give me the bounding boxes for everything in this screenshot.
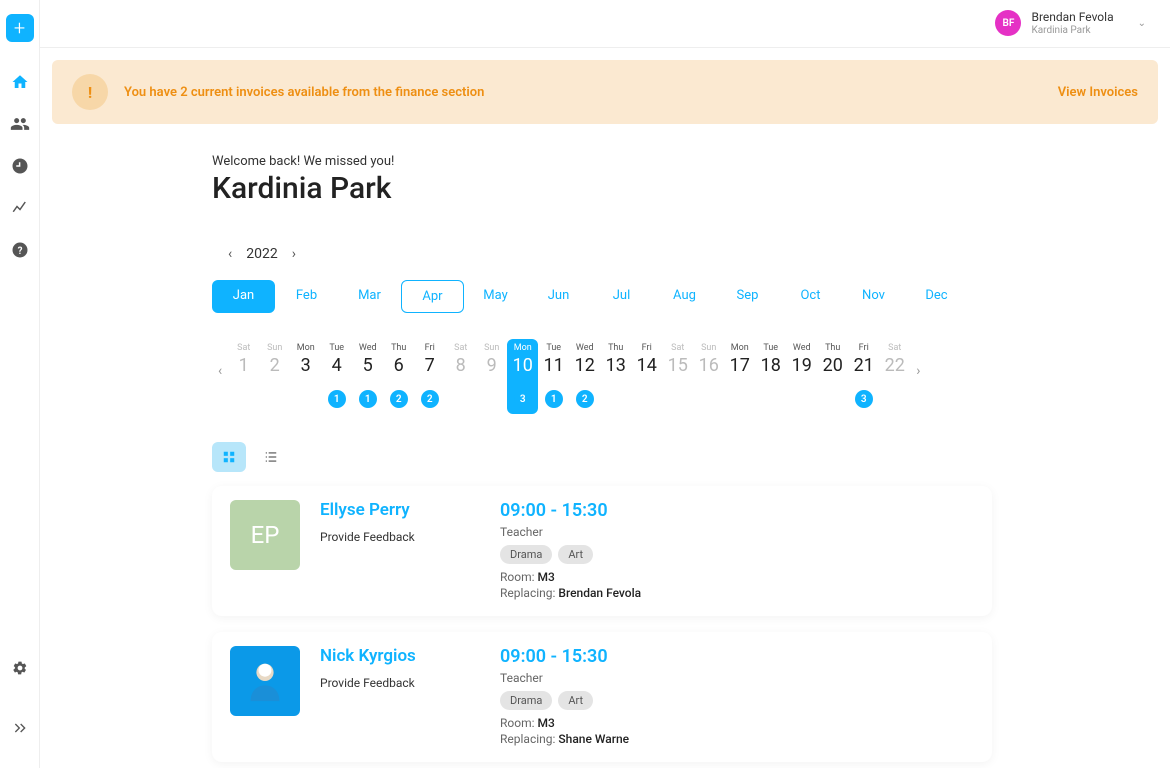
day-19[interactable]: Wed19 [786, 343, 817, 414]
day-badge: 1 [545, 390, 563, 408]
month-apr[interactable]: Apr [401, 280, 464, 313]
card-name[interactable]: Nick Kyrgios [320, 646, 480, 666]
day-16[interactable]: Sun16 [693, 343, 724, 414]
day-badge: 2 [390, 390, 408, 408]
day-14[interactable]: Fri14 [631, 343, 662, 414]
add-button[interactable]: + [6, 14, 34, 42]
day-badge: 1 [359, 390, 377, 408]
day-3[interactable]: Mon3 [290, 343, 321, 414]
card-tags: Drama Art [500, 691, 974, 710]
month-selector: JanFebMarAprMayJunJulAugSepOctNovDec [212, 280, 992, 313]
day-5[interactable]: Wed51 [352, 343, 383, 414]
welcome-text: Welcome back! We missed you! [212, 154, 992, 169]
month-oct[interactable]: Oct [779, 280, 842, 313]
tag: Drama [500, 545, 552, 564]
replacing: Replacing: Brendan Fevola [500, 586, 974, 600]
invoice-banner: ! You have 2 current invoices available … [52, 60, 1158, 124]
month-jul[interactable]: Jul [590, 280, 653, 313]
day-badge: 3 [514, 390, 532, 408]
day-8[interactable]: Sat8 [445, 343, 476, 414]
svg-text:?: ? [17, 246, 22, 257]
day-10[interactable]: Mon103 [507, 339, 538, 414]
day-badge: 1 [328, 390, 346, 408]
month-dec[interactable]: Dec [905, 280, 968, 313]
card-tags: Drama Art [500, 545, 974, 564]
month-nov[interactable]: Nov [842, 280, 905, 313]
card-name[interactable]: Ellyse Perry [320, 500, 480, 520]
card-time: 09:00 - 15:30 [500, 500, 974, 521]
month-jan[interactable]: Jan [212, 280, 275, 313]
user-org: Kardinia Park [1031, 25, 1113, 37]
month-aug[interactable]: Aug [653, 280, 716, 313]
alert-icon: ! [72, 74, 108, 110]
day-2[interactable]: Sun2 [259, 343, 290, 414]
banner-text: You have 2 current invoices available fr… [124, 85, 484, 100]
chevron-down-icon: ⌄ [1138, 18, 1146, 29]
day-12[interactable]: Wed122 [569, 343, 600, 414]
view-invoices-link[interactable]: View Invoices [1058, 85, 1138, 100]
card-avatar [230, 646, 300, 716]
provide-feedback-link[interactable]: Provide Feedback [320, 676, 480, 690]
year-next-icon[interactable]: › [292, 246, 296, 262]
room: Room: M3 [500, 716, 974, 730]
month-mar[interactable]: Mar [338, 280, 401, 313]
month-jun[interactable]: Jun [527, 280, 590, 313]
sidebar: + ? [0, 0, 40, 768]
card-role: Teacher [500, 525, 974, 539]
day-22[interactable]: Sat22 [879, 343, 910, 414]
day-1[interactable]: Sat1 [228, 343, 259, 414]
list-view-button[interactable] [254, 442, 288, 472]
provide-feedback-link[interactable]: Provide Feedback [320, 530, 480, 544]
booking-card[interactable]: EP Ellyse Perry Provide Feedback 09:00 - 15… [212, 486, 992, 616]
year-label: 2022 [246, 246, 277, 262]
year-prev-icon[interactable]: ‹ [228, 246, 232, 262]
day-badge: 2 [421, 390, 439, 408]
day-badge: 3 [855, 390, 873, 408]
replacing: Replacing: Shane Warne [500, 732, 974, 746]
day-21[interactable]: Fri213 [848, 343, 879, 414]
help-icon[interactable]: ? [8, 238, 32, 262]
home-icon[interactable] [8, 70, 32, 94]
booking-card[interactable]: Nick Kyrgios Provide Feedback 09:00 - 15:3… [212, 632, 992, 762]
tag: Drama [500, 691, 552, 710]
day-9[interactable]: Sun9 [476, 343, 507, 414]
content: ! You have 2 current invoices available … [40, 48, 1170, 768]
day-20[interactable]: Thu20 [817, 343, 848, 414]
user-avatar: BF [995, 10, 1021, 36]
room: Room: M3 [500, 570, 974, 584]
view-toggle [212, 442, 992, 472]
clock-icon[interactable] [8, 154, 32, 178]
expand-icon[interactable] [8, 716, 32, 740]
month-may[interactable]: May [464, 280, 527, 313]
day-selector: ‹ Sat1Sun2Mon3Tue41Wed51Thu62Fri72Sat8Su… [212, 343, 992, 414]
analytics-icon[interactable] [8, 196, 32, 220]
day-17[interactable]: Mon17 [724, 343, 755, 414]
user-name: Brendan Fevola [1031, 10, 1113, 24]
card-role: Teacher [500, 671, 974, 685]
user-menu[interactable]: BF Brendan Fevola Kardinia Park ⌄ [995, 10, 1146, 36]
top-bar: BF Brendan Fevola Kardinia Park ⌄ [40, 0, 1170, 48]
month-sep[interactable]: Sep [716, 280, 779, 313]
card-time: 09:00 - 15:30 [500, 646, 974, 667]
month-feb[interactable]: Feb [275, 280, 338, 313]
day-badge: 2 [576, 390, 594, 408]
day-18[interactable]: Tue18 [755, 343, 786, 414]
org-title: Kardinia Park [212, 171, 992, 206]
day-6[interactable]: Thu62 [383, 343, 414, 414]
days-prev-icon[interactable]: ‹ [212, 343, 228, 379]
people-icon[interactable] [8, 112, 32, 136]
day-11[interactable]: Tue111 [538, 343, 569, 414]
settings-icon[interactable] [8, 656, 32, 680]
card-avatar: EP [230, 500, 300, 570]
year-nav: ‹ 2022 › [228, 246, 992, 262]
grid-view-button[interactable] [212, 442, 246, 472]
days-next-icon[interactable]: › [910, 343, 926, 379]
tag: Art [558, 545, 593, 564]
day-4[interactable]: Tue41 [321, 343, 352, 414]
tag: Art [558, 691, 593, 710]
day-7[interactable]: Fri72 [414, 343, 445, 414]
day-15[interactable]: Sat15 [662, 343, 693, 414]
day-13[interactable]: Thu13 [600, 343, 631, 414]
